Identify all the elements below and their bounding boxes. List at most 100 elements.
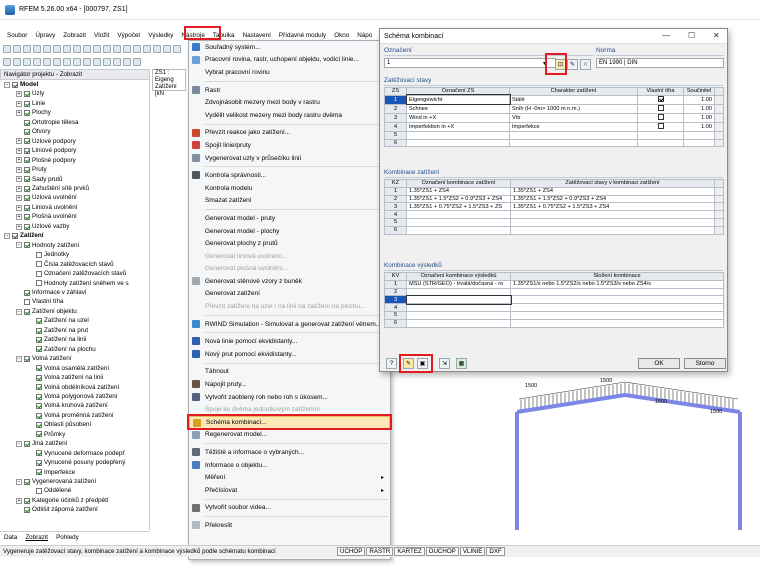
tree-item[interactable]: + Uzlové podpory — [0, 137, 149, 146]
tree-item[interactable]: Označení zatěžovacích stavů — [0, 269, 149, 278]
menu-5[interactable]: Výsledky — [145, 32, 176, 39]
tree-checkbox[interactable] — [36, 459, 42, 466]
toolbar-button-icon[interactable] — [83, 45, 91, 53]
expand-toggle-icon[interactable]: − — [16, 242, 22, 249]
scrollbar-track[interactable] — [714, 94, 724, 105]
load-combo-formula[interactable]: 1.35*ZS1 + 0.75*ZS2 + 1.5*ZS3 + ZS4 — [510, 202, 715, 212]
menu-6[interactable]: Nástroje — [178, 32, 207, 39]
tab-pohledy[interactable]: Pohledy — [56, 534, 79, 541]
factor-cell[interactable]: 1.00 — [683, 121, 715, 132]
menu-3[interactable]: Vložit — [91, 32, 112, 39]
load-case-name[interactable]: Wind in +X — [406, 112, 510, 123]
expand-toggle-icon[interactable]: + — [16, 91, 22, 98]
expand-toggle-icon[interactable]: + — [16, 147, 22, 154]
table-row[interactable]: 2 Schnee Sníh (H -0m> 1000 m n.m.) 1.00 — [384, 103, 724, 114]
tree-checkbox[interactable] — [36, 365, 42, 372]
menu-0[interactable]: Soubor — [4, 32, 30, 39]
tree-checkbox[interactable] — [24, 176, 30, 183]
tree-item[interactable]: + Uzlová uvolnění — [0, 193, 149, 202]
expand-toggle-icon[interactable] — [28, 337, 34, 343]
expand-toggle-icon[interactable] — [28, 280, 34, 286]
scrollbar-track[interactable] — [714, 202, 724, 212]
tree-item[interactable]: Otvory — [0, 127, 149, 136]
tree-checkbox[interactable] — [36, 374, 42, 381]
maximize-button[interactable]: ☐ — [688, 31, 695, 40]
load-combinations-table[interactable]: KZ Označení kombinace zatížení Zatěžovací … — [384, 179, 724, 235]
load-combo-formula[interactable]: 1.35*ZS1 + ZS4 — [510, 186, 715, 196]
expand-toggle-icon[interactable]: − — [4, 81, 10, 88]
tree-item[interactable]: + Liniové podpory — [0, 146, 149, 155]
expand-toggle-icon[interactable] — [28, 394, 34, 400]
save-icon[interactable]: ▣ — [417, 358, 428, 369]
result-combo-name[interactable] — [406, 303, 511, 312]
load-case-name[interactable] — [406, 130, 510, 140]
frame-model-drawing[interactable]: 1500 1500 1500 1500 — [515, 375, 760, 530]
excel-icon[interactable]: ▦ — [456, 358, 467, 369]
expand-toggle-icon[interactable] — [28, 460, 34, 466]
table-row[interactable]: 6 — [384, 225, 724, 235]
toolbar-button-icon[interactable] — [43, 45, 51, 53]
tree-item[interactable]: + Kategorie účinků z předpětí — [0, 496, 149, 505]
expand-toggle-icon[interactable] — [28, 261, 34, 267]
menu-item[interactable]: Převzít zatížení na uzel / na linii na z… — [189, 300, 390, 313]
result-combo-formula[interactable]: 1.35*ZS1/s nebo 1.5*ZS2/s nebo 1.5*ZS3/s… — [510, 279, 724, 289]
tree-checkbox[interactable] — [36, 251, 42, 258]
tree-item[interactable]: Hodnoty zatížení sněhem ve s — [0, 279, 149, 288]
tree-item[interactable]: + Uzly — [0, 89, 149, 98]
tree-item[interactable]: + Pruty — [0, 165, 149, 174]
menu-item[interactable]: Rastr — [189, 84, 390, 97]
toolbar-button-icon[interactable] — [23, 58, 31, 66]
load-character[interactable]: Sníh (H -0m> 1000 m n.m.) — [509, 103, 638, 114]
toolbar-button-icon[interactable] — [143, 45, 151, 53]
tree-checkbox[interactable] — [24, 185, 30, 192]
table-row[interactable]: 1 1.35*ZS1 + ZS4 1.35*ZS1 + ZS4 — [384, 186, 724, 196]
expand-toggle-icon[interactable]: + — [16, 223, 22, 230]
factor-cell[interactable] — [683, 130, 715, 140]
scrollbar-track[interactable] — [714, 103, 724, 114]
tree-checkbox[interactable] — [24, 355, 30, 362]
tree-checkbox[interactable] — [24, 289, 30, 296]
tree-item[interactable]: − Hodnoty zatížení — [0, 241, 149, 250]
result-combo-formula[interactable] — [510, 310, 724, 320]
result-combo-formula[interactable] — [510, 318, 724, 328]
tree-checkbox[interactable] — [24, 91, 30, 98]
tree-checkbox[interactable] — [36, 270, 42, 277]
toolbar-button-icon[interactable] — [73, 58, 81, 66]
self-weight-cell[interactable] — [637, 121, 684, 132]
table-row[interactable]: 4 — [384, 303, 724, 312]
tree-item[interactable]: Vynucené deformace podepř — [0, 449, 149, 458]
expand-toggle-icon[interactable] — [28, 403, 34, 409]
tree-item[interactable]: + Plošná uvolnění — [0, 212, 149, 221]
result-combo-formula[interactable] — [510, 303, 724, 312]
expand-toggle-icon[interactable]: + — [16, 100, 22, 107]
tree-item[interactable]: Volná osamělá zatížení — [0, 364, 149, 373]
menu-item[interactable]: Souřadný systém... — [189, 41, 390, 54]
expand-toggle-icon[interactable]: − — [16, 478, 22, 485]
tree-checkbox[interactable] — [12, 232, 18, 239]
menu-1[interactable]: Úpravy — [32, 32, 58, 39]
tree-item[interactable]: Zatížení na linii — [0, 335, 149, 344]
load-character[interactable] — [509, 130, 638, 140]
tree-checkbox[interactable] — [12, 81, 18, 88]
tree-checkbox[interactable] — [36, 327, 42, 334]
load-case-name[interactable]: Eigengewicht — [405, 94, 511, 106]
load-combo-name[interactable]: 1.35*ZS1 + ZS4 — [406, 186, 511, 196]
tree-item[interactable]: + Plochy — [0, 108, 149, 117]
status-toggle-vlinie[interactable]: VLINIE — [459, 547, 486, 556]
expand-toggle-icon[interactable]: + — [16, 204, 22, 211]
tree-checkbox[interactable] — [36, 431, 42, 438]
toolbar-button-icon[interactable] — [53, 58, 61, 66]
designation-select[interactable]: 1 — [384, 58, 556, 68]
menu-item[interactable]: Napojit pruty... — [189, 378, 390, 391]
status-toggle-ouchop[interactable]: OUCHOP — [425, 547, 459, 556]
menu-item[interactable]: Vytvořit zaoblený roh nebo roh s úkosem.… — [189, 391, 390, 404]
tree-item[interactable]: Imperfekce — [0, 468, 149, 477]
menu-item[interactable]: Vydělit velikost mezery mezi body rastru… — [189, 109, 390, 122]
toolbar-button-icon[interactable] — [123, 45, 131, 53]
load-case-name[interactable]: Schnee — [406, 103, 510, 114]
expand-toggle-icon[interactable]: + — [16, 176, 22, 183]
load-cases-table[interactable]: ZS Označení ZS Charakter zatížení Vlastní t… — [384, 87, 724, 148]
menu-item[interactable]: Nová linie pomocí ekvidistanty... — [189, 335, 390, 348]
expand-toggle-icon[interactable]: + — [16, 497, 22, 504]
tree-checkbox[interactable] — [36, 450, 42, 457]
